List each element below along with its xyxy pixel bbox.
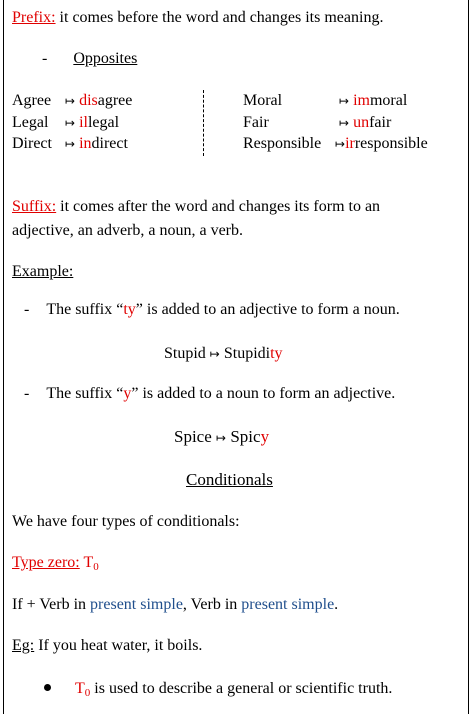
word-rest: moral [369,92,408,109]
page-border-left [3,0,4,714]
opposite-pair: Direct ↦ indirect [12,135,128,153]
type-zero-heading: Type zero: T0 [12,554,99,573]
derived-base: Spic [230,427,261,446]
base-word: Spice [174,427,212,446]
suffix-definition-2: adjective, an adverb, a noun, a verb. [12,222,244,239]
formula-text: . [334,596,339,613]
maps-to-arrow-icon: ↦ [65,116,76,130]
rule-text-pre: The suffix “ [46,301,124,318]
prefix-part: dis [79,92,98,109]
base-word: Stupid [164,345,206,362]
prefix-part: ir [345,135,355,152]
prefix-line: Prefix: it comes before the word and cha… [12,9,383,27]
list-dash: - [24,385,30,402]
rule-text-post: ” is added to an adjective to form a nou… [135,301,400,318]
suffix-rule-1: - The suffix “ty” is added to an adjecti… [24,301,400,319]
base-word: Fair [243,114,269,131]
type-zero-usage: T0 is used to describe a general or scie… [44,680,392,699]
base-word: Responsible [243,135,322,152]
prefix-part: im [353,92,370,109]
suffix-part: ty [123,301,136,318]
maps-to-arrow-icon: ↦ [335,137,346,151]
example-sentence: Eg: If you heat water, it boils. [12,637,202,655]
prefix-part: in [79,135,92,152]
example-label: Example: [12,263,74,280]
opposite-pair: Legal ↦ illegal [12,114,119,132]
maps-to-arrow-icon: ↦ [65,137,76,151]
eg-text: If you heat water, it boils. [38,637,203,654]
word-rest: responsible [354,135,428,152]
word-rest: agree [97,92,133,109]
suffix-example-2: Spice ↦ Spicy [174,427,269,447]
rule-text-post: ” is added to a noun to form an adjectiv… [131,385,396,402]
formula-text: , Verb in [182,596,242,613]
opposites-title: Opposites [73,50,138,67]
maps-to-arrow-icon: ↦ [65,94,76,108]
suffix-part: y [260,427,270,446]
suffix-rule-2: - The suffix “y” is added to a noun to f… [24,385,395,403]
suffix-heading: Suffix: [12,198,57,215]
maps-to-arrow-icon: ↦ [339,116,350,130]
prefix-part: un [353,114,370,131]
suffix-example-1: Stupid ↦ Stupidity [164,345,283,363]
prefix-heading: Prefix: [12,9,56,26]
usage-text: is used to describe a general or scienti… [94,680,393,697]
eg-label: Eg: [12,637,35,654]
rule-text-pre: The suffix “ [46,385,124,402]
subheading-dash: - [42,50,48,67]
opposites-subheading: - Opposites [42,50,137,68]
list-dash: - [24,301,30,318]
conditionals-intro: We have four types of conditionals: [12,513,240,530]
suffix-line: Suffix: it comes after the word and chan… [12,198,380,216]
type-zero-symbol: T0 [75,680,91,699]
maps-to-arrow-icon: ↦ [216,431,227,445]
word-rest: legal [87,114,120,131]
type-zero-formula: If + Verb in present simple, Verb in pre… [12,596,338,614]
maps-to-arrow-icon: ↦ [339,94,350,108]
page-border-right [468,0,469,714]
opposite-pair: Fair ↦ unfair [243,114,391,132]
formula-text: If + Verb in [12,596,91,613]
word-rest: fair [369,114,392,131]
word-rest: direct [91,135,128,152]
tense-label: present simple [241,596,335,613]
base-word: Agree [12,92,52,109]
base-word: Legal [12,114,49,131]
derived-base: Stupidi [223,345,271,362]
opposite-pair: Moral ↦ immoral [243,92,407,110]
bullet-icon [44,684,51,691]
opposite-pair: Responsible ↦irresponsible [243,135,428,153]
type-zero-label: Type zero: [12,554,80,571]
prefix-part: il [79,114,88,131]
suffix-part: ty [270,345,283,362]
type-zero-symbol: T0 [83,554,99,573]
opposite-pair: Agree ↦ disagree [12,92,132,110]
suffix-definition-1: it comes after the word and changes its … [60,198,381,215]
base-word: Direct [12,135,52,152]
maps-to-arrow-icon: ↦ [209,347,220,361]
base-word: Moral [243,92,283,109]
tense-label: present simple [90,596,183,613]
conditionals-title: Conditionals [186,470,273,489]
column-divider [203,90,204,156]
prefix-definition: it comes before the word and changes its… [59,9,384,26]
